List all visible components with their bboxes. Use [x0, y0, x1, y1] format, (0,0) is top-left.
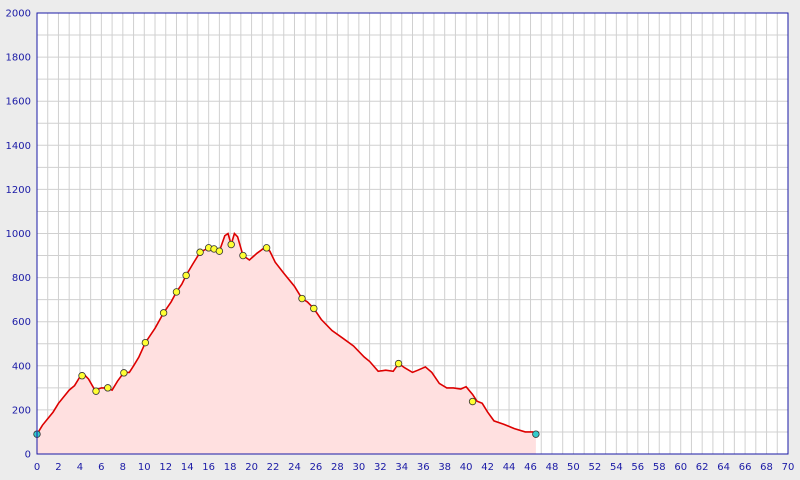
x-tick-label: 36	[417, 462, 430, 473]
waypoint-marker	[104, 384, 112, 392]
x-tick-label: 30	[352, 462, 365, 473]
waypoint-marker	[92, 387, 100, 395]
y-tick-label: 1600	[6, 97, 31, 108]
x-tick-label: 24	[288, 462, 301, 473]
y-tick-label: 1800	[6, 53, 31, 64]
x-tick-label: 64	[717, 462, 730, 473]
waypoint-marker	[310, 304, 318, 313]
waypoint-marker	[182, 271, 190, 280]
x-tick-label: 38	[438, 462, 451, 473]
x-tick-label: 40	[460, 462, 473, 473]
x-tick-label: 2	[55, 462, 61, 473]
waypoint-marker	[159, 309, 168, 317]
y-tick-label: 200	[12, 405, 31, 416]
waypoint-marker	[227, 240, 235, 249]
waypoint-marker	[215, 247, 224, 255]
x-tick-label: 26	[310, 462, 323, 473]
y-tick-label: 0	[25, 450, 31, 461]
x-tick-label: 14	[181, 462, 194, 473]
waypoint-marker	[172, 288, 181, 296]
x-tick-label: 8	[120, 462, 126, 473]
x-tick-label: 52	[589, 462, 602, 473]
y-tick-label: 600	[12, 317, 31, 328]
x-tick-label: 60	[674, 462, 687, 473]
y-tick-label: 1200	[6, 185, 31, 196]
x-tick-label: 10	[138, 462, 151, 473]
x-tick-label: 54	[610, 462, 623, 473]
x-tick-label: 44	[503, 462, 516, 473]
waypoint-marker	[78, 372, 86, 380]
x-tick-label: 42	[481, 462, 494, 473]
x-tick-label: 70	[782, 462, 795, 473]
waypoint-marker	[394, 359, 403, 368]
waypoint-marker	[298, 294, 306, 303]
x-tick-label: 6	[98, 462, 104, 473]
x-tick-label: 20	[245, 462, 258, 473]
x-tick-label: 46	[524, 462, 537, 473]
waypoint-marker	[468, 397, 477, 406]
x-tick-label: 16	[202, 462, 215, 473]
x-tick-label: 50	[567, 462, 580, 473]
y-tick-label: 1000	[6, 229, 31, 240]
x-tick-label: 22	[267, 462, 280, 473]
waypoint-marker	[196, 248, 204, 256]
x-tick-label: 34	[395, 462, 408, 473]
x-tick-label: 32	[374, 462, 387, 473]
waypoint-marker	[239, 251, 247, 260]
x-tick-label: 62	[696, 462, 709, 473]
x-tick-label: 68	[760, 462, 773, 473]
x-tick-label: 0	[34, 462, 40, 473]
x-tick-label: 12	[159, 462, 172, 473]
x-tick-label: 48	[546, 462, 559, 473]
waypoint-marker	[262, 244, 271, 252]
x-tick-label: 18	[224, 462, 237, 473]
x-tick-label: 28	[331, 462, 344, 473]
y-tick-label: 2000	[6, 9, 31, 20]
y-tick-label: 1400	[6, 141, 31, 152]
y-tick-label: 800	[12, 273, 31, 284]
x-tick-label: 58	[653, 462, 666, 473]
elevation-chart: 0 2 4 6 8 10 12 14 16 18 20 22 24 26 28 30 32 34 36 38 40 42 4…	[0, 0, 800, 480]
y-tick-label: 400	[12, 361, 31, 372]
waypoint-marker	[120, 369, 128, 377]
end-marker	[532, 430, 540, 438]
x-tick-label: 56	[631, 462, 644, 473]
x-tick-label: 4	[77, 462, 83, 473]
x-tick-label: 66	[739, 462, 752, 473]
waypoint-marker	[141, 338, 150, 347]
